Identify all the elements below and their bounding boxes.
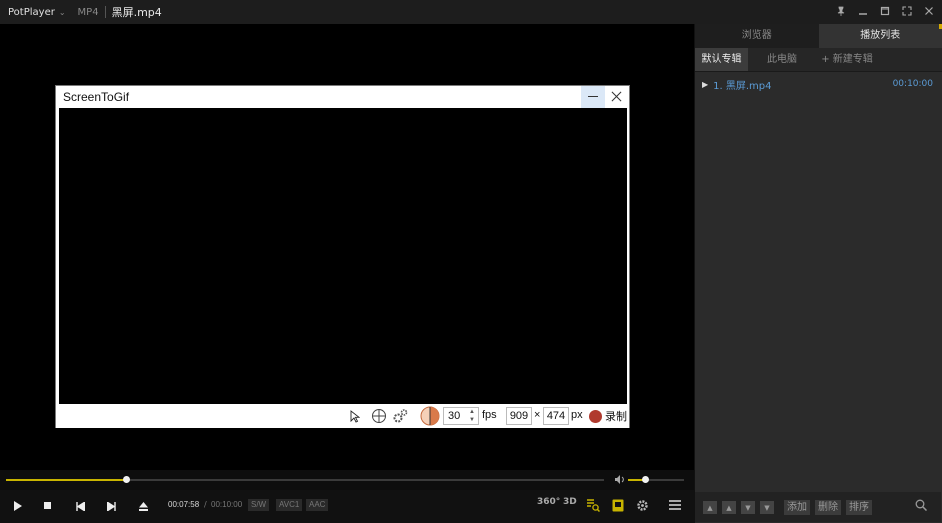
- tab-browser[interactable]: 浏览器: [695, 24, 819, 48]
- stg-capture-area: [59, 108, 627, 404]
- file-title: 黑屏.mp4: [111, 6, 162, 19]
- height-input[interactable]: 474: [543, 407, 569, 425]
- record-icon: [589, 409, 602, 423]
- record-button[interactable]: 录制: [589, 408, 629, 424]
- control-bar: 00:07:58 / 00:10:00 S/W AVC1 AAC 360° 3D: [0, 490, 694, 523]
- title-separator: [104, 6, 106, 18]
- volume-slider[interactable]: [628, 476, 684, 483]
- stg-title: ScreenToGif: [63, 90, 130, 104]
- playlist-item-name: 1. 黑屏.mp4: [713, 80, 772, 92]
- playlist-search-icon[interactable]: [587, 499, 601, 515]
- play-indicator-icon: ▶: [702, 79, 709, 89]
- fullscreen-icon[interactable]: [902, 5, 912, 19]
- delete-button[interactable]: 删除: [815, 500, 841, 515]
- settings-gears-icon[interactable]: [393, 408, 408, 426]
- seek-handle[interactable]: [122, 476, 130, 483]
- playlist-item[interactable]: ▶ 1. 黑屏.mp4 00:10:00: [695, 76, 941, 92]
- seek-bar[interactable]: [6, 476, 604, 483]
- playlist-panel: 浏览器 播放列表 默认专辑 此电脑 + 新建专辑 ▶ 1. 黑屏.mp4 00:…: [694, 24, 942, 523]
- add-button[interactable]: 添加: [784, 500, 810, 515]
- app-menu[interactable]: PotPlayer: [0, 7, 55, 18]
- fps-stepper[interactable]: ▲ ▼: [469, 408, 475, 424]
- menu-icon[interactable]: [669, 500, 681, 513]
- settings-gear-icon[interactable]: [636, 499, 649, 515]
- previous-button[interactable]: [71, 498, 89, 514]
- chevron-down-icon[interactable]: ⌄: [59, 8, 66, 17]
- stg-footer: 30 ▲ ▼ fps 909 × 474 px 录制: [56, 404, 629, 428]
- seek-progress: [6, 479, 126, 481]
- screentogif-window: ScreenToGif 30 ▲ ▼ fps 909 × 474 px 录制: [55, 85, 630, 428]
- album-default[interactable]: 默认专辑: [695, 48, 748, 71]
- minimize-icon[interactable]: [858, 6, 868, 19]
- width-input[interactable]: 909: [506, 407, 532, 425]
- cursor-icon: [350, 410, 361, 426]
- stg-titlebar: ScreenToGif: [56, 86, 629, 108]
- move-up-icon[interactable]: ▲: [722, 501, 736, 514]
- move-down-icon[interactable]: ▼: [741, 501, 755, 514]
- subtitle-icon[interactable]: [612, 499, 624, 515]
- format-label: MP4: [77, 6, 99, 18]
- width-value: 909: [509, 410, 529, 422]
- height-value: 474: [546, 410, 566, 422]
- pin-icon[interactable]: [836, 6, 846, 19]
- fps-input[interactable]: 30 ▲ ▼: [443, 407, 479, 425]
- album-new[interactable]: + 新建专辑: [816, 48, 878, 71]
- next-button[interactable]: [102, 498, 120, 514]
- volume-handle[interactable]: [641, 476, 649, 483]
- window-controls: [836, 0, 934, 24]
- 3d-button[interactable]: 3D: [563, 497, 577, 507]
- eject-button[interactable]: [134, 498, 152, 514]
- panel-tabs: 浏览器 播放列表: [695, 24, 942, 48]
- playlist-item-duration: 00:10:00: [892, 79, 933, 89]
- search-icon[interactable]: [915, 499, 928, 514]
- stg-minimize-button[interactable]: [581, 86, 605, 108]
- audio-codec-tag[interactable]: AAC: [306, 499, 329, 511]
- total-time: 00:10:00: [211, 500, 243, 509]
- current-time: 00:07:58: [168, 500, 200, 509]
- album-this-pc[interactable]: 此电脑: [748, 48, 816, 71]
- decoder-tag[interactable]: S/W: [248, 499, 270, 511]
- crosshair-icon[interactable]: [371, 408, 387, 427]
- album-tabs: 默认专辑 此电脑 + 新建专辑: [695, 48, 942, 72]
- play-button[interactable]: [8, 498, 26, 514]
- title-bar: PotPlayer ⌄ MP4 黑屏.mp4: [0, 0, 942, 24]
- video-codec-tag[interactable]: AVC1: [276, 499, 303, 511]
- vr-360-button[interactable]: 360°: [537, 497, 560, 507]
- move-top-icon[interactable]: ▲: [703, 501, 717, 514]
- fps-value: 30: [448, 410, 461, 422]
- seek-bar-area: [0, 470, 694, 490]
- px-label: px: [571, 409, 583, 421]
- record-label: 录制: [605, 411, 627, 423]
- dimension-times: ×: [534, 409, 541, 421]
- volume-icon[interactable]: [614, 474, 625, 488]
- frame-mode-icon[interactable]: [420, 406, 440, 429]
- close-icon[interactable]: [924, 6, 934, 19]
- stop-button[interactable]: [39, 498, 57, 514]
- time-separator: /: [204, 500, 207, 509]
- sort-button[interactable]: 排序: [846, 500, 872, 515]
- tab-playlist[interactable]: 播放列表: [818, 24, 942, 48]
- move-bottom-icon[interactable]: ▼: [760, 501, 774, 514]
- playlist-toolbar: ▲ ▲ ▼ ▼ 添加 删除 排序: [695, 492, 941, 522]
- stg-close-button[interactable]: [605, 86, 629, 108]
- fps-label: fps: [482, 409, 497, 421]
- maximize-icon[interactable]: [880, 6, 890, 19]
